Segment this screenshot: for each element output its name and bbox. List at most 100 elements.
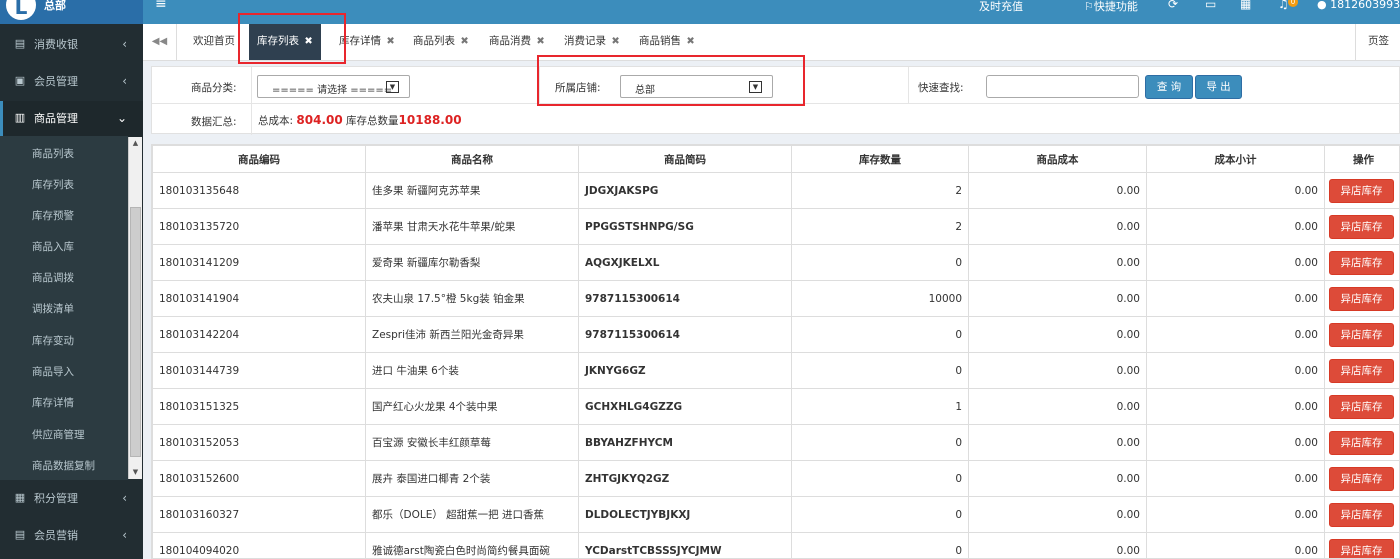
sidebar-scrollbar[interactable]: ▲ ▼ (128, 137, 142, 479)
other-store-stock-button[interactable]: 异店库存 (1329, 250, 1394, 275)
table-body: 180103135648 佳多果 新疆阿克苏苹果 JDGXJAKSPG 2 0.00 0.… (152, 172, 1399, 558)
cell-product-code: 180103144739 (152, 352, 366, 389)
other-store-stock-button[interactable]: 异店库存 (1329, 430, 1394, 455)
logo[interactable]: L 总部 (0, 0, 143, 24)
submenu-item-data-copy[interactable]: 商品数据复制 (32, 458, 95, 473)
cell-short-code: ZHTGJKYQ2GZ (578, 460, 792, 497)
other-store-stock-button[interactable]: 异店库存 (1329, 394, 1394, 419)
tab-consumption-records[interactable]: 消费记录 ✖ (564, 24, 620, 60)
tab-bar: ◀◀ 欢迎首页 库存列表 ✖ 库存详情 ✖ 商品列表 ✖ 商品消费 ✖ 消费记录… (143, 24, 1400, 61)
cell-product-name: 雅诚德arst陶瓷白色时尚简约餐具面碗 (365, 532, 579, 558)
sidebar-item-members[interactable]: ▣ 会员管理 ‹ (0, 64, 143, 101)
close-icon[interactable]: ✖ (386, 36, 394, 47)
submenu-item-product-list[interactable]: 商品列表 (32, 146, 74, 161)
cell-action: 异店库存 (1324, 532, 1399, 558)
close-icon[interactable]: ✖ (536, 36, 544, 47)
cell-action: 异店库存 (1324, 424, 1399, 461)
cell-action: 异店库存 (1324, 172, 1399, 209)
close-icon[interactable]: ✖ (304, 36, 312, 47)
sidebar-item-marketing[interactable]: ▤ 会员营销 ‹ (0, 518, 143, 555)
cell-short-code: 9787115300614 (578, 280, 792, 317)
cell-subtotal: 0.00 (1146, 496, 1325, 533)
table-row: 180103144739 进口 牛油果 6个装 JKNYG6GZ 0 0.00 0.00 异… (152, 352, 1399, 389)
submenu-item-transfer[interactable]: 商品调拨 (32, 270, 74, 285)
tab-product-consumption[interactable]: 商品消费 ✖ (489, 24, 545, 60)
app-root: L 总部 ▤ 消费收银 ‹ ▣ 会员管理 ‹ ▥ 商品管理 ⌄ 商品列表 库存列… (0, 0, 1400, 559)
export-button[interactable]: 导 出 (1195, 75, 1242, 99)
quick-functions-link[interactable]: ⚐快捷功能 (1084, 0, 1138, 14)
tab-stock-detail[interactable]: 库存详情 ✖ (339, 24, 395, 60)
close-icon[interactable]: ✖ (686, 36, 694, 47)
tab-label: 消费记录 (564, 35, 606, 47)
tab-welcome[interactable]: 欢迎首页 (193, 24, 235, 60)
other-store-stock-button[interactable]: 异店库存 (1329, 322, 1394, 347)
tab-prev-icon[interactable]: ◀◀ (143, 24, 177, 60)
other-store-stock-button[interactable]: 异店库存 (1329, 178, 1394, 203)
tab-label: 商品销售 (639, 35, 681, 47)
qrcode-icon[interactable]: ▦ (1240, 0, 1251, 11)
submenu-item-suppliers[interactable]: 供应商管理 (32, 427, 85, 442)
table-row: 180103151325 国产红心火龙果 4个装中果 GCHXHLG4GZZG 1 0.… (152, 388, 1399, 425)
submenu-item-transfer-list[interactable]: 调拨清单 (32, 301, 74, 316)
sidebar-item-cashier[interactable]: ▤ 消费收银 ‹ (0, 27, 143, 64)
cell-stock-qty: 0 (791, 532, 969, 558)
other-store-stock-button[interactable]: 异店库存 (1329, 214, 1394, 239)
column-header[interactable]: 商品编码 (152, 145, 366, 173)
tab-label: 欢迎首页 (193, 35, 235, 47)
divider (539, 67, 540, 103)
store-select-value: 总部 (635, 85, 655, 96)
hamburger-icon[interactable]: ≡ (155, 0, 167, 12)
cell-subtotal: 0.00 (1146, 208, 1325, 245)
column-header[interactable]: 商品名称 (365, 145, 579, 173)
user-menu[interactable]: ● 18126039936 (1317, 0, 1400, 11)
cell-cost: 0.00 (968, 424, 1147, 461)
category-select[interactable]: ===== 请选择 ===== ▼ (257, 75, 410, 98)
submenu-item-stock-alert[interactable]: 库存预警 (32, 208, 74, 223)
refresh-icon[interactable]: ⟳ (1168, 0, 1178, 11)
cell-subtotal: 0.00 (1146, 352, 1325, 389)
submenu-item-stock-in[interactable]: 商品入库 (32, 239, 74, 254)
other-store-stock-button[interactable]: 异店库存 (1329, 466, 1394, 491)
tab-product-sales[interactable]: 商品销售 ✖ (639, 24, 695, 60)
tab-product-list[interactable]: 商品列表 ✖ (413, 24, 469, 60)
submenu-item-stock-change[interactable]: 库存变动 (32, 333, 74, 348)
column-header[interactable]: 商品简码 (578, 145, 792, 173)
other-store-stock-button[interactable]: 异店库存 (1329, 538, 1394, 558)
search-button[interactable]: 查 询 (1145, 75, 1193, 99)
quick-search-input[interactable] (986, 75, 1139, 98)
tab-stock-list[interactable]: 库存列表 ✖ (249, 24, 321, 60)
submenu-item-stock-detail[interactable]: 库存详情 (32, 395, 74, 410)
other-store-stock-button[interactable]: 异店库存 (1329, 358, 1394, 383)
cell-short-code: DLDOLECTJYBJKXJ (578, 496, 792, 533)
submenu-item-import[interactable]: 商品导入 (32, 364, 74, 379)
total-qty-label: 库存总数量 (346, 115, 399, 127)
chevron-down-icon: ⌄ (116, 111, 127, 125)
cell-product-code: 180103141209 (152, 244, 366, 281)
sidebar-item-products[interactable]: ▥ 商品管理 ⌄ (0, 101, 143, 138)
column-header[interactable]: 商品成本 (968, 145, 1147, 173)
monitor-icon[interactable]: ▭ (1205, 0, 1216, 11)
tab-label: 库存列表 (257, 35, 299, 47)
store-select[interactable]: 总部 ▼ (620, 75, 773, 98)
tab-options-button[interactable]: 页签 (1355, 24, 1400, 60)
table-row: 180103141904 农夫山泉 17.5°橙 5kg装 铂金果 97871153… (152, 280, 1399, 317)
close-icon[interactable]: ✖ (460, 36, 468, 47)
quick-functions-label: 快捷功能 (1093, 0, 1138, 13)
other-store-stock-button[interactable]: 异店库存 (1329, 502, 1394, 527)
other-store-stock-button[interactable]: 异店库存 (1329, 286, 1394, 311)
column-header[interactable]: 库存数量 (791, 145, 969, 173)
scroll-thumb[interactable] (130, 207, 141, 457)
close-icon[interactable]: ✖ (611, 36, 619, 47)
scroll-down-icon[interactable]: ▼ (129, 466, 142, 479)
sidebar-item-points[interactable]: ▦ 积分管理 ‹ (0, 481, 143, 518)
cell-short-code: 9787115300614 (578, 316, 792, 353)
cell-action: 异店库存 (1324, 208, 1399, 245)
table-row: 180103141209 爱奇果 新疆库尔勒香梨 AQGXJKELXL 0 0.00 0.… (152, 244, 1399, 281)
cell-action: 异店库存 (1324, 316, 1399, 353)
scroll-up-icon[interactable]: ▲ (129, 137, 142, 150)
cell-stock-qty: 1 (791, 388, 969, 425)
column-header[interactable]: 成本小计 (1146, 145, 1325, 173)
table-row: 180103135720 潘苹果 甘肃天水花牛苹果/蛇果 PPGGSTSHNPG/S… (152, 208, 1399, 245)
recharge-link[interactable]: 及时充值 (979, 0, 1023, 14)
submenu-item-stock-list[interactable]: 库存列表 (32, 177, 74, 192)
